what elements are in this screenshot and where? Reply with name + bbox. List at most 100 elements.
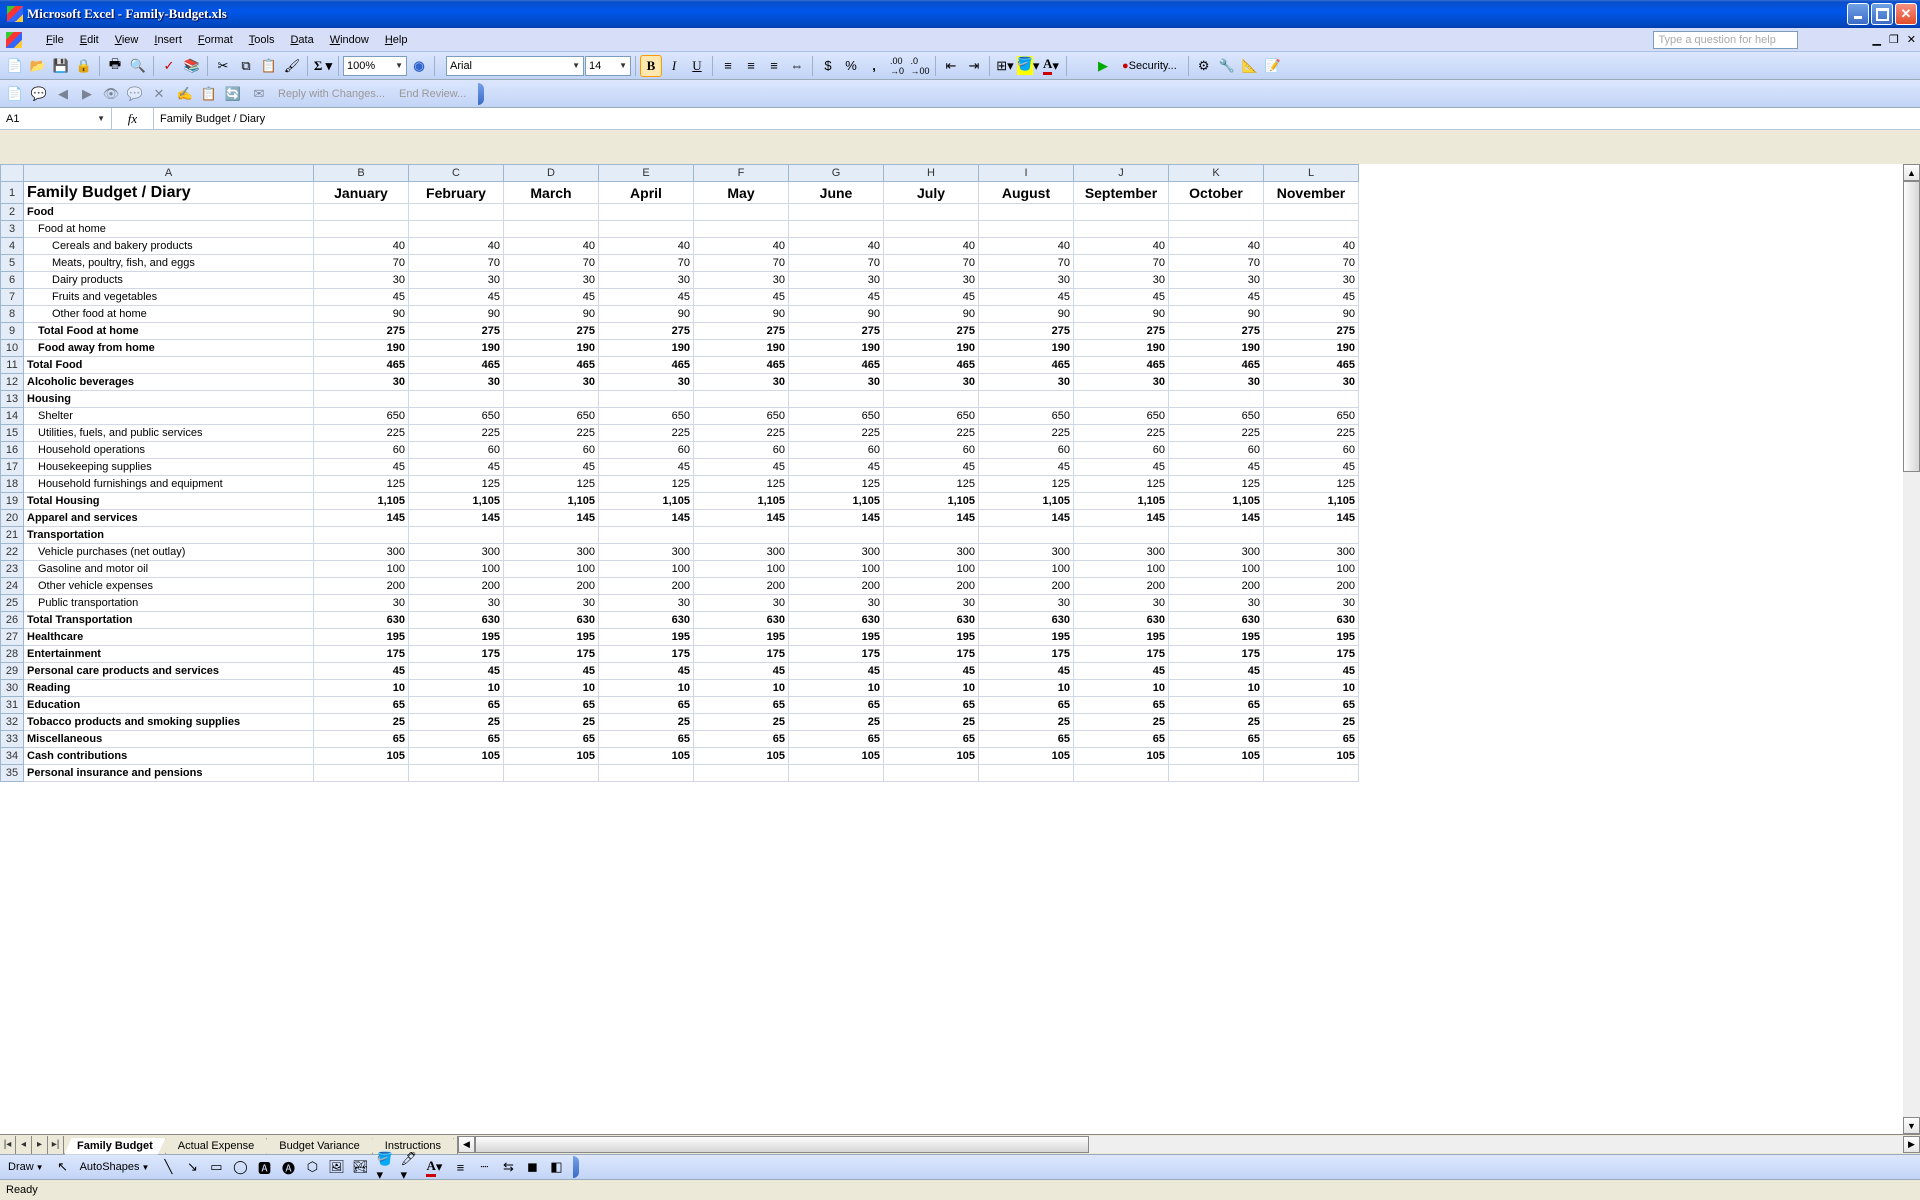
cell-B33[interactable]: 65 (314, 731, 409, 748)
cell-C5[interactable]: 70 (409, 255, 504, 272)
cell-K8[interactable]: 90 (1169, 306, 1264, 323)
cell-H24[interactable]: 200 (884, 578, 979, 595)
cell-J26[interactable]: 630 (1074, 612, 1169, 629)
cell-J31[interactable]: 65 (1074, 697, 1169, 714)
col-header-F[interactable]: F (694, 165, 789, 182)
cell-C31[interactable]: 65 (409, 697, 504, 714)
cell-F20[interactable]: 145 (694, 510, 789, 527)
cell-F35[interactable] (694, 765, 789, 782)
cell-L26[interactable]: 630 (1264, 612, 1359, 629)
print-preview-icon[interactable]: 🔍 (127, 55, 149, 77)
cell-B34[interactable]: 105 (314, 748, 409, 765)
cell-L15[interactable]: 225 (1264, 425, 1359, 442)
cell-G34[interactable]: 105 (789, 748, 884, 765)
cell-A4[interactable]: Cereals and bakery products (24, 238, 314, 255)
italic-button[interactable]: I (663, 55, 685, 77)
menu-help[interactable]: Help (377, 31, 416, 49)
cell-D5[interactable]: 70 (504, 255, 599, 272)
row-header-18[interactable]: 18 (1, 476, 24, 493)
textbox-icon[interactable]: 🅰 (253, 1156, 275, 1178)
row-header-16[interactable]: 16 (1, 442, 24, 459)
cell-I32[interactable]: 25 (979, 714, 1074, 731)
cell-K31[interactable]: 65 (1169, 697, 1264, 714)
cell-I14[interactable]: 650 (979, 408, 1074, 425)
cell-L8[interactable]: 90 (1264, 306, 1359, 323)
cell-E25[interactable]: 30 (599, 595, 694, 612)
row-header-1[interactable]: 1 (1, 182, 24, 204)
cell-L29[interactable]: 45 (1264, 663, 1359, 680)
cell-I3[interactable] (979, 221, 1074, 238)
font-color-draw-icon[interactable]: A▾ (423, 1156, 445, 1178)
cell-D34[interactable]: 105 (504, 748, 599, 765)
cell-K21[interactable] (1169, 527, 1264, 544)
cell-B3[interactable] (314, 221, 409, 238)
cell-G12[interactable]: 30 (789, 374, 884, 391)
cell-D6[interactable]: 30 (504, 272, 599, 289)
next-comment-icon[interactable]: ▶ (76, 83, 98, 105)
col-header-D[interactable]: D (504, 165, 599, 182)
cell-E7[interactable]: 45 (599, 289, 694, 306)
cell-C22[interactable]: 300 (409, 544, 504, 561)
cell-F13[interactable] (694, 391, 789, 408)
shadow-icon[interactable]: ◼ (521, 1156, 543, 1178)
row-header-11[interactable]: 11 (1, 357, 24, 374)
cell-I19[interactable]: 1,105 (979, 493, 1074, 510)
research-icon[interactable]: 📚 (181, 55, 203, 77)
cell-C6[interactable]: 30 (409, 272, 504, 289)
cell-C18[interactable]: 125 (409, 476, 504, 493)
cell-G3[interactable] (789, 221, 884, 238)
cell-E17[interactable]: 45 (599, 459, 694, 476)
cell-K1[interactable]: October (1169, 182, 1264, 204)
cell-K30[interactable]: 10 (1169, 680, 1264, 697)
cell-D7[interactable]: 45 (504, 289, 599, 306)
cell-K28[interactable]: 175 (1169, 646, 1264, 663)
cell-J17[interactable]: 45 (1074, 459, 1169, 476)
cell-D31[interactable]: 65 (504, 697, 599, 714)
cell-E24[interactable]: 200 (599, 578, 694, 595)
show-ink-icon[interactable]: ✍ (174, 83, 196, 105)
align-right-icon[interactable]: ≡ (763, 55, 785, 77)
cell-I13[interactable] (979, 391, 1074, 408)
row-header-24[interactable]: 24 (1, 578, 24, 595)
cell-D18[interactable]: 125 (504, 476, 599, 493)
cell-F32[interactable]: 25 (694, 714, 789, 731)
cell-G25[interactable]: 30 (789, 595, 884, 612)
cell-D2[interactable] (504, 204, 599, 221)
cell-I6[interactable]: 30 (979, 272, 1074, 289)
cell-G9[interactable]: 275 (789, 323, 884, 340)
cell-K6[interactable]: 30 (1169, 272, 1264, 289)
cell-E16[interactable]: 60 (599, 442, 694, 459)
cell-A15[interactable]: Utilities, fuels, and public services (24, 425, 314, 442)
cell-K13[interactable] (1169, 391, 1264, 408)
cell-F21[interactable] (694, 527, 789, 544)
cell-D8[interactable]: 90 (504, 306, 599, 323)
scroll-down-button[interactable]: ▼ (1903, 1117, 1920, 1134)
cell-E19[interactable]: 1,105 (599, 493, 694, 510)
cell-B5[interactable]: 70 (314, 255, 409, 272)
cell-I9[interactable]: 275 (979, 323, 1074, 340)
line-icon[interactable]: ╲ (157, 1156, 179, 1178)
cell-B18[interactable]: 125 (314, 476, 409, 493)
cell-D16[interactable]: 60 (504, 442, 599, 459)
fill-color-icon[interactable]: 🪣▾ (1017, 55, 1039, 77)
cell-G26[interactable]: 630 (789, 612, 884, 629)
cell-A9[interactable]: Total Food at home (24, 323, 314, 340)
cell-E11[interactable]: 465 (599, 357, 694, 374)
tab-next-button[interactable]: ▸ (32, 1136, 48, 1154)
cell-D3[interactable] (504, 221, 599, 238)
cell-L1[interactable]: November (1264, 182, 1359, 204)
cell-E12[interactable]: 30 (599, 374, 694, 391)
row-header-35[interactable]: 35 (1, 765, 24, 782)
cell-D11[interactable]: 465 (504, 357, 599, 374)
cell-K9[interactable]: 275 (1169, 323, 1264, 340)
cell-G21[interactable] (789, 527, 884, 544)
row-header-23[interactable]: 23 (1, 561, 24, 578)
macro-play-icon[interactable]: ▶ (1092, 55, 1114, 77)
cell-B21[interactable] (314, 527, 409, 544)
row-header-33[interactable]: 33 (1, 731, 24, 748)
cell-E3[interactable] (599, 221, 694, 238)
cell-E28[interactable]: 175 (599, 646, 694, 663)
increase-indent-icon[interactable]: ⇥ (963, 55, 985, 77)
clipart-icon[interactable]: 🖼 (325, 1156, 347, 1178)
cell-C12[interactable]: 30 (409, 374, 504, 391)
